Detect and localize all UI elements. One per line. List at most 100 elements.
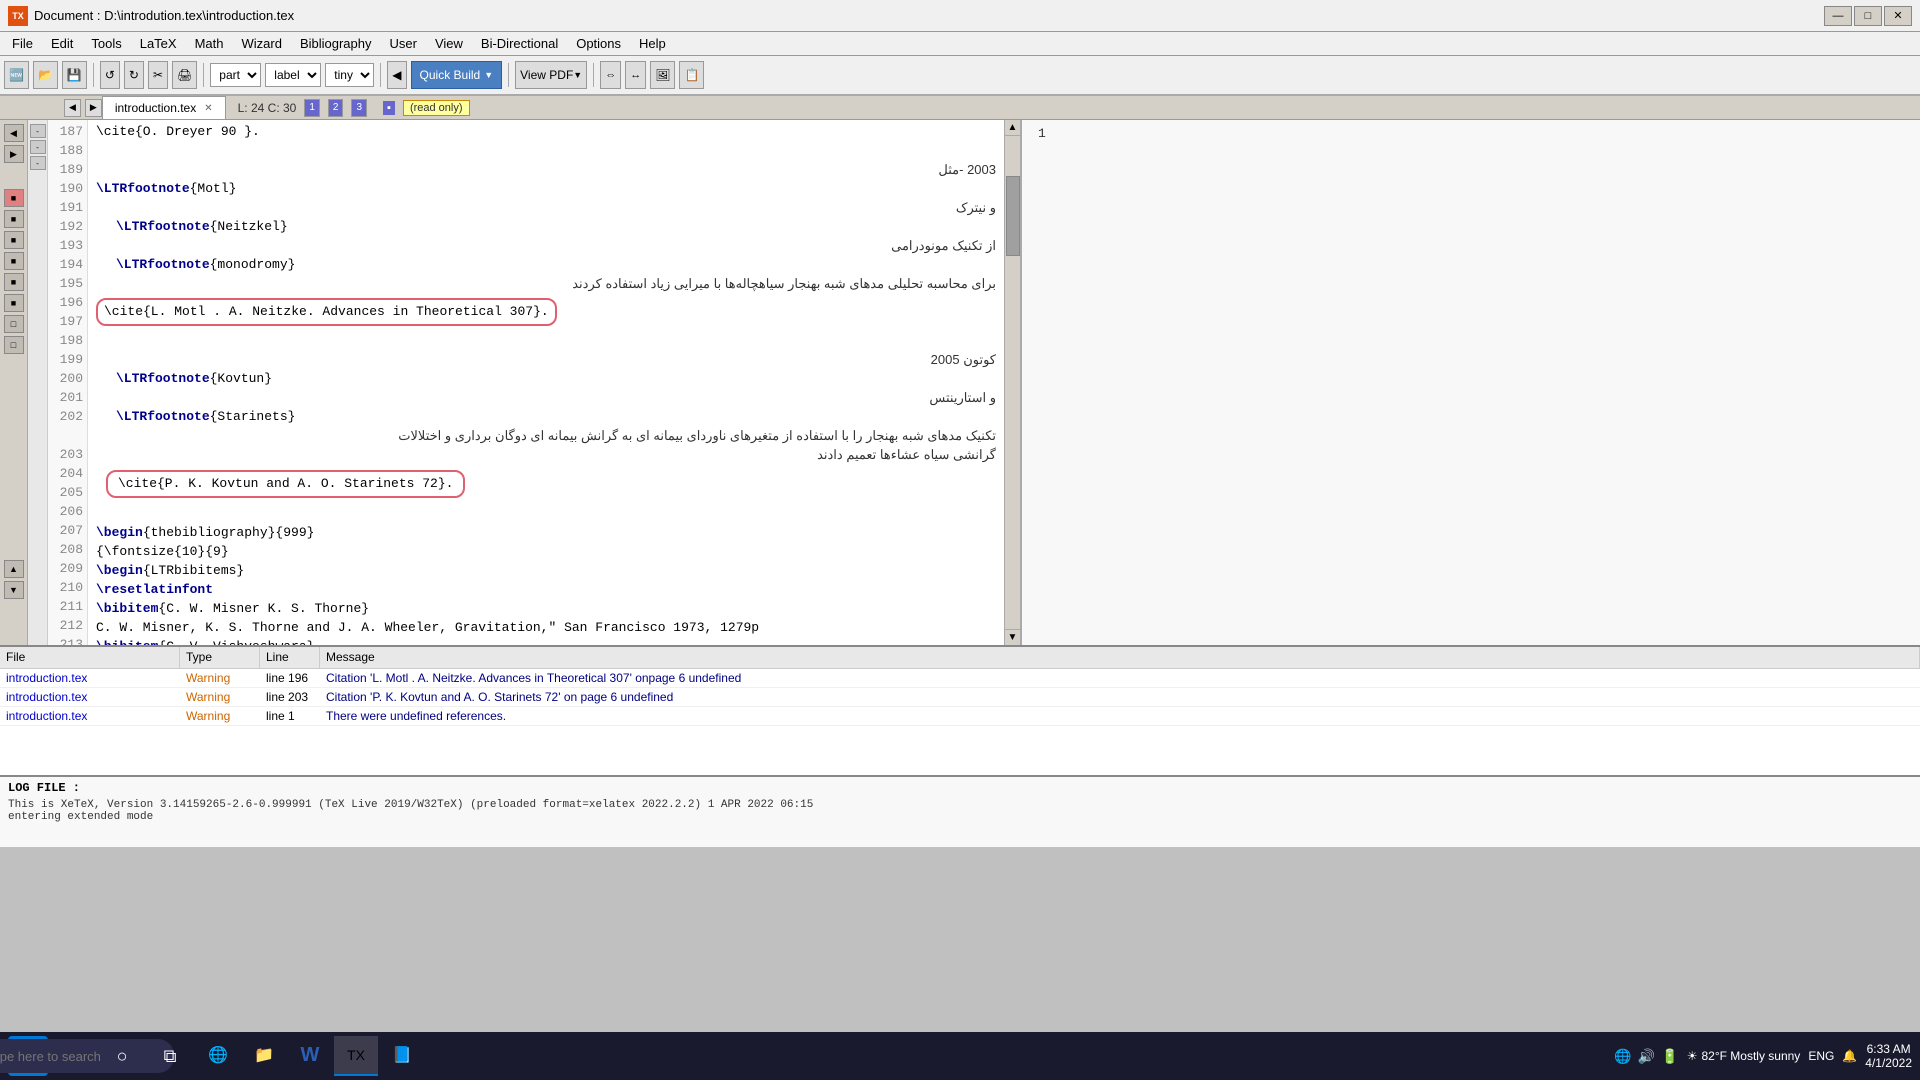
- toolbar-sep-3: [380, 63, 381, 87]
- gutter-btn-4[interactable]: ■: [4, 210, 24, 228]
- label-select[interactable]: label: [265, 63, 321, 87]
- scrollbar-thumb[interactable]: [1006, 176, 1020, 256]
- save-button[interactable]: 💾: [62, 61, 87, 89]
- time-display: 6:33 AM: [1865, 1042, 1912, 1056]
- gutter-btn-10[interactable]: □: [4, 336, 24, 354]
- cut-button[interactable]: ✂: [148, 61, 168, 89]
- new-button[interactable]: 🆕: [4, 61, 29, 89]
- gutter-expand-btn[interactable]: ▼: [4, 581, 24, 599]
- linenum-198: 198: [52, 331, 83, 350]
- code-line-207: \begin{LTRbibitems}: [96, 561, 996, 580]
- menu-bibliography[interactable]: Bibliography: [292, 34, 380, 53]
- taskbar-app2-icon[interactable]: 📘: [380, 1036, 424, 1076]
- linenum-206: 206: [52, 502, 83, 521]
- code-line-210: C. W. Misner, K. S. Thorne and J. A. Whe…: [96, 618, 996, 637]
- fold-3[interactable]: -: [30, 156, 46, 170]
- gutter-btn-3[interactable]: ■: [4, 189, 24, 207]
- gutter-btn-1[interactable]: ◀: [4, 124, 24, 142]
- code-line-193: از تکنیک مونودرامی: [96, 236, 996, 255]
- notification-icon: 🔔: [1842, 1049, 1857, 1063]
- linenum-202b: [52, 426, 83, 445]
- vertical-scrollbar[interactable]: ▲ ▼: [1004, 120, 1020, 645]
- open-button[interactable]: 📂: [33, 61, 58, 89]
- msg1-line: line 196: [260, 669, 320, 687]
- view-pdf-button[interactable]: View PDF ▼: [515, 61, 587, 89]
- menu-user[interactable]: User: [382, 34, 425, 53]
- extra-button[interactable]: 📋: [679, 61, 704, 89]
- close-button[interactable]: ✕: [1884, 6, 1912, 26]
- view-pdf-dropdown-arrow: ▼: [573, 70, 582, 80]
- gutter-collapse-btn[interactable]: ▲: [4, 560, 24, 578]
- bookmark2-button[interactable]: 2: [328, 99, 344, 117]
- code-line-205: \begin{thebibliography}{999}: [96, 523, 996, 542]
- linenum-210: 210: [52, 578, 83, 597]
- menu-help[interactable]: Help: [631, 34, 674, 53]
- gutter-btn-2[interactable]: ▶: [4, 145, 24, 163]
- redo-button[interactable]: ↻: [124, 61, 144, 89]
- right-panel: 1: [1020, 120, 1920, 645]
- linenum-204: 204: [52, 464, 83, 483]
- msg2-message: Citation 'P. K. Kovtun and A. O. Starine…: [320, 688, 1920, 706]
- gutter-btn-7[interactable]: ■: [4, 273, 24, 291]
- undo-button[interactable]: ↺: [100, 61, 120, 89]
- print-button[interactable]: 🖨: [172, 61, 197, 89]
- quick-build-button[interactable]: Quick Build ▼: [411, 61, 503, 89]
- msg3-message: There were undefined references.: [320, 707, 1920, 725]
- fold-2[interactable]: -: [30, 140, 46, 154]
- volume-icon: 🔊: [1638, 1048, 1655, 1065]
- editor-container[interactable]: - - - 187 188 189 190 191 192 193 194 19…: [28, 120, 1020, 645]
- size-select[interactable]: tiny: [325, 63, 374, 87]
- code-line-211: \bibitem{C. V. Vishveshwara}: [96, 637, 996, 645]
- menu-options[interactable]: Options: [568, 34, 629, 53]
- bookmark3-button[interactable]: 3: [351, 99, 367, 117]
- bidir-button[interactable]: ⇔: [600, 61, 621, 89]
- gutter-btn-8[interactable]: ■: [4, 294, 24, 312]
- toolbar-sep-4: [508, 63, 509, 87]
- menu-file[interactable]: File: [4, 34, 41, 53]
- bookmark1-button[interactable]: 1: [304, 99, 320, 117]
- bidir2-button[interactable]: ↔: [625, 61, 646, 89]
- tab-close-button[interactable]: ✕: [204, 103, 212, 114]
- msg2-type: Warning: [180, 688, 260, 706]
- taskbar-texmaker-icon[interactable]: TX: [334, 1036, 378, 1076]
- scroll-down-button[interactable]: ▼: [1005, 629, 1020, 645]
- scroll-up-button[interactable]: ▲: [1005, 120, 1020, 136]
- menu-view[interactable]: View: [427, 34, 471, 53]
- title-bar-controls[interactable]: — □ ✕: [1824, 6, 1912, 26]
- menu-bidirectional[interactable]: Bi-Directional: [473, 34, 566, 53]
- menu-latex[interactable]: LaTeX: [132, 34, 185, 53]
- linenum-200: 200: [52, 369, 83, 388]
- fold-1[interactable]: -: [30, 124, 46, 138]
- msg3-type: Warning: [180, 707, 260, 725]
- tab-introduction[interactable]: introduction.tex ✕: [102, 96, 226, 119]
- cortana-button[interactable]: ○: [100, 1036, 144, 1076]
- menu-wizard[interactable]: Wizard: [234, 34, 290, 53]
- linenum-211: 211: [52, 597, 83, 616]
- taskbar-word-icon[interactable]: W: [288, 1036, 332, 1076]
- keyboard-layout: ENG: [1808, 1049, 1834, 1063]
- minimize-button[interactable]: —: [1824, 6, 1852, 26]
- code-line-187: \cite{O. Dreyer 90 }.: [96, 122, 996, 141]
- search-taskbar-button[interactable]: [52, 1036, 96, 1076]
- nav-prev-button[interactable]: ◀: [64, 99, 81, 117]
- gutter-btn-6[interactable]: ■: [4, 252, 24, 270]
- task-view-button[interactable]: ⧉: [148, 1036, 192, 1076]
- menu-edit[interactable]: Edit: [43, 34, 81, 53]
- gutter-btn-5[interactable]: ■: [4, 231, 24, 249]
- menu-tools[interactable]: Tools: [83, 34, 129, 53]
- taskbar-edge-icon[interactable]: 🌐: [196, 1036, 240, 1076]
- code-line-190: \LTRfootnote{Motl}: [96, 179, 996, 198]
- taskbar-files-icon[interactable]: 📁: [242, 1036, 286, 1076]
- menu-math[interactable]: Math: [187, 34, 232, 53]
- linenum-191: 191: [52, 198, 83, 217]
- view-pdf-group: View PDF ▼: [515, 61, 587, 89]
- nav-next-button[interactable]: ▶: [85, 99, 102, 117]
- left-arrow-button[interactable]: ◀: [387, 61, 406, 89]
- image-button[interactable]: 🖼: [650, 61, 675, 89]
- linenum-193: 193: [52, 236, 83, 255]
- maximize-button[interactable]: □: [1854, 6, 1882, 26]
- code-area[interactable]: \cite{O. Dreyer 90 }. 2003 -مثل \LTRfoot…: [88, 120, 1004, 645]
- gutter-btn-9[interactable]: □: [4, 315, 24, 333]
- structure-select[interactable]: part: [210, 63, 261, 87]
- linenum-203: 203: [52, 445, 83, 464]
